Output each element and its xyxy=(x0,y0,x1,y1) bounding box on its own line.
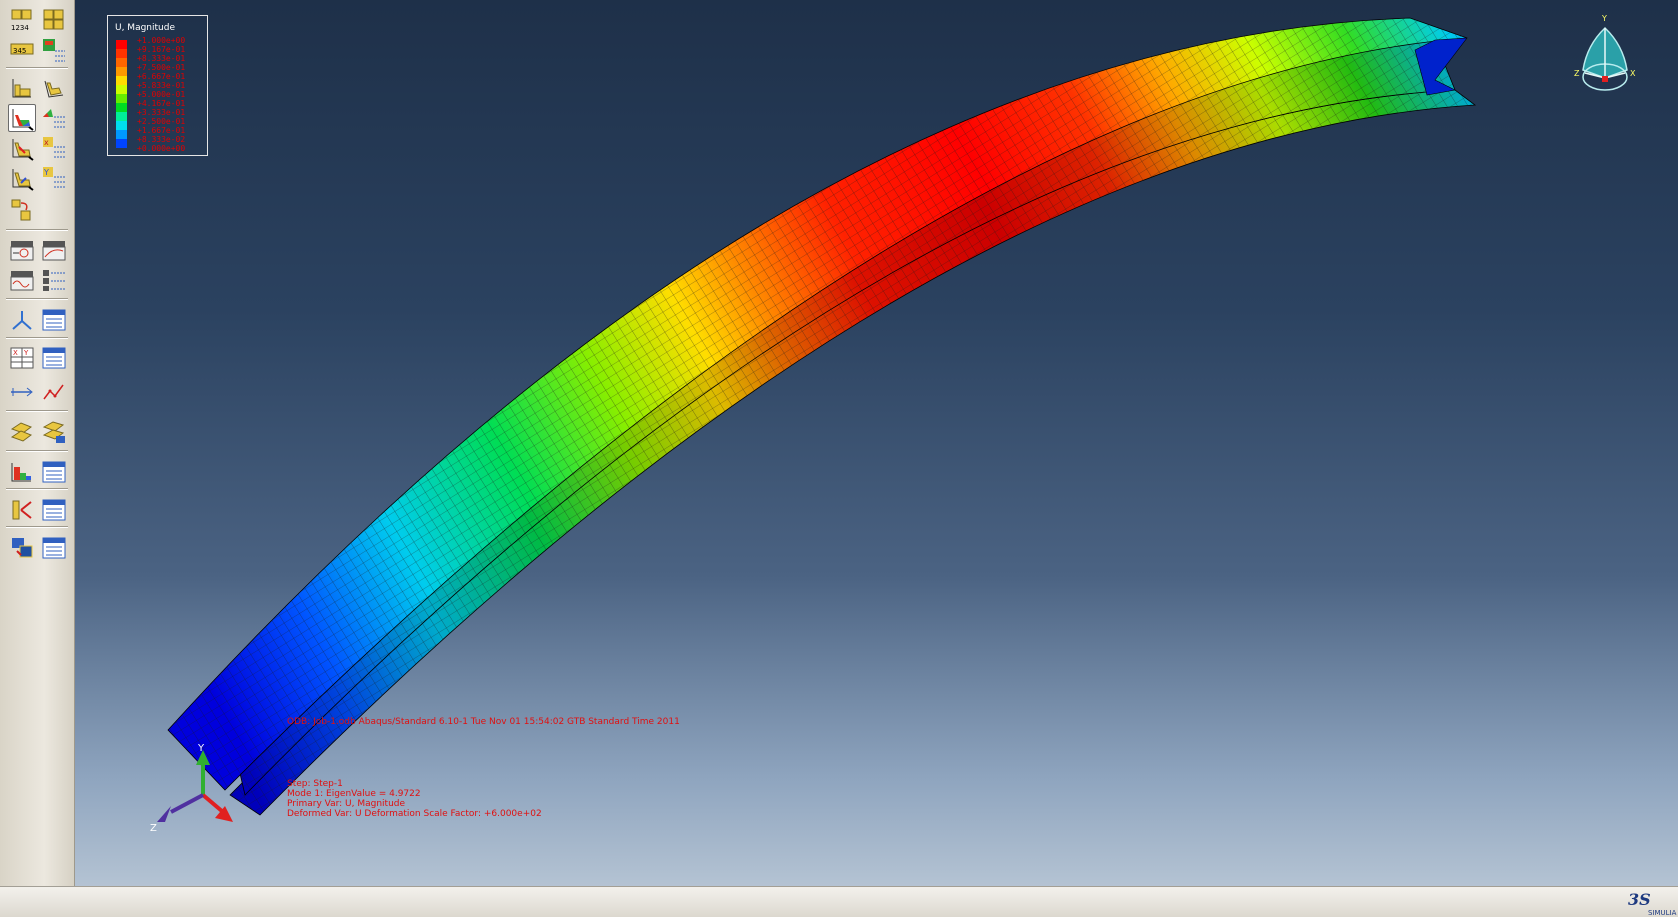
legend-value: +4.167e-01 xyxy=(137,99,186,108)
svg-text:x: x xyxy=(44,138,49,147)
legend-value: +8.333e-01 xyxy=(137,54,186,63)
mode-info-text: Mode 1: EigenValue = 4.9722 xyxy=(287,789,421,799)
beam-web xyxy=(229,39,1456,796)
orientation-x-label: X xyxy=(1630,69,1636,78)
legend-value: +9.167e-01 xyxy=(137,45,186,54)
toolbox-separator xyxy=(6,337,68,339)
legend-swatch xyxy=(116,112,127,121)
stream-plot-icon[interactable] xyxy=(8,458,36,486)
toolbox-separator xyxy=(6,450,68,452)
simulia-logo: 3S SIMULIA xyxy=(1628,890,1677,917)
svg-text:Y: Y xyxy=(23,349,29,357)
plot-options-icon[interactable] xyxy=(40,36,68,64)
overlay-plot-icon[interactable] xyxy=(8,534,36,562)
animation-options-icon[interactable] xyxy=(40,266,68,294)
legend-swatch xyxy=(116,94,127,103)
view-cut-manager-icon[interactable] xyxy=(8,306,36,334)
layer-manager-icon[interactable] xyxy=(40,534,68,562)
legend-value: +0.000e+00 xyxy=(137,144,186,153)
plot-symbols-deformed-icon[interactable] xyxy=(8,134,36,162)
legend-swatch xyxy=(116,40,127,49)
plot-undeformed-numbered-icon[interactable]: 1234 xyxy=(8,6,36,34)
viewport-canvas[interactable]: U, Magnitude +1.000e+00 +9.167e-01 +8.33… xyxy=(75,0,1678,886)
create-path-icon[interactable] xyxy=(8,378,36,406)
legend-value: +5.000e-01 xyxy=(137,90,186,99)
legend-value: +6.667e-01 xyxy=(137,72,186,81)
deformed-var-text: Deformed Var: U Deformation Scale Factor… xyxy=(287,809,542,819)
legend-swatch xyxy=(116,76,127,85)
toolbox-separator xyxy=(6,488,68,490)
animate-time-history-icon[interactable] xyxy=(40,236,68,264)
toolbox-separator xyxy=(6,526,68,528)
display-group-manager-icon[interactable] xyxy=(40,418,68,446)
animate-harmonic-icon[interactable] xyxy=(8,266,36,294)
svg-text:3S: 3S xyxy=(1628,890,1651,909)
allow-multiple-plot-states-icon[interactable] xyxy=(8,196,36,224)
legend-value: +5.833e-01 xyxy=(137,81,186,90)
free-body-manager-icon[interactable] xyxy=(40,496,68,524)
legend-value: +1.000e+00 xyxy=(137,36,186,45)
toolbox-separator xyxy=(6,67,68,69)
toolbox-separator xyxy=(6,410,68,412)
view-orientation-widget[interactable] xyxy=(1582,26,1628,91)
legend-value: +8.333e-02 xyxy=(137,135,186,144)
legend-value: +1.667e-01 xyxy=(137,126,186,135)
legend-title: U, Magnitude xyxy=(115,23,175,33)
plot-material-orientations-icon[interactable] xyxy=(8,164,36,192)
odb-info-text: ODB: Job-1.odb Abaqus/Standard 6.10-1 Tu… xyxy=(287,717,680,727)
create-display-group-icon[interactable] xyxy=(8,418,36,446)
legend-value: +7.500e-01 xyxy=(137,63,186,72)
path-plot-icon[interactable] xyxy=(40,378,68,406)
svg-text:Y: Y xyxy=(43,168,49,177)
plot-symbols-icon[interactable]: 345 xyxy=(8,36,36,64)
view-cut-options-icon[interactable] xyxy=(40,306,68,334)
contour-options-icon[interactable] xyxy=(40,104,68,132)
svg-text:1234: 1234 xyxy=(11,24,29,32)
status-bar: 3S SIMULIA xyxy=(0,886,1678,917)
deformed-beam-model[interactable] xyxy=(75,0,1678,886)
legend-swatch xyxy=(116,58,127,67)
legend-swatch xyxy=(116,49,127,58)
orientation-z-label: Z xyxy=(1574,69,1580,78)
module-toolbox: 1234 345 x Y X Y xyxy=(0,0,75,886)
active-free-body-icon[interactable] xyxy=(8,496,36,524)
plot-undeformed-shape-icon[interactable] xyxy=(8,74,36,102)
orientation-y-label: Y xyxy=(1602,14,1607,23)
step-info-text: Step: Step-1 xyxy=(287,779,343,789)
create-xy-data-icon[interactable]: XY xyxy=(8,344,36,372)
legend-swatch xyxy=(116,130,127,139)
xy-data-manager-icon[interactable] xyxy=(40,344,68,372)
svg-text:X: X xyxy=(13,349,18,357)
toolbox-separator xyxy=(6,298,68,300)
plot-deformed-shape-icon[interactable] xyxy=(40,74,68,102)
primary-var-text: Primary Var: U, Magnitude xyxy=(287,799,406,809)
symbol-options-icon[interactable]: x xyxy=(40,134,68,162)
legend-value: +2.500e-01 xyxy=(137,117,186,126)
legend-swatch xyxy=(116,121,127,130)
material-orientation-options-icon[interactable]: Y xyxy=(40,164,68,192)
triad-z-label: Z xyxy=(150,823,157,834)
legend-swatch xyxy=(116,67,127,76)
svg-text:345: 345 xyxy=(13,47,26,55)
plot-elements-icon[interactable] xyxy=(40,6,68,34)
triad-y-label: Y xyxy=(198,743,205,754)
stream-manager-icon[interactable] xyxy=(40,458,68,486)
legend-value: +3.333e-01 xyxy=(137,108,186,117)
plot-contours-deformed-icon[interactable] xyxy=(8,104,36,132)
legend-swatch xyxy=(116,103,127,112)
animate-scale-factor-icon[interactable] xyxy=(8,236,36,264)
legend-swatch xyxy=(116,139,127,148)
toolbox-separator xyxy=(6,229,68,231)
legend-swatch xyxy=(116,85,127,94)
